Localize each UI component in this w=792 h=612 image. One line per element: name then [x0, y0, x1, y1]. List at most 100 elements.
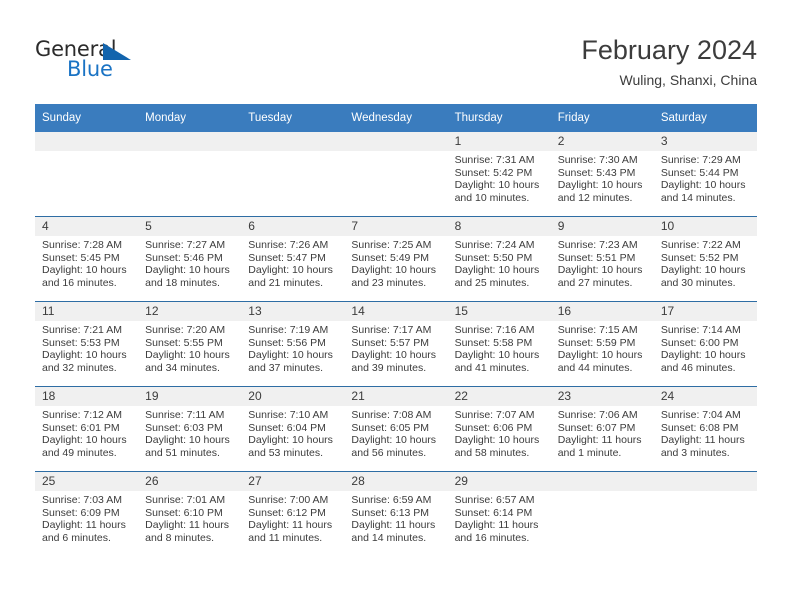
day-sun-info: Sunrise: 7:29 AM Sunset: 5:44 PM Daylight:… — [654, 151, 757, 204]
calendar-day-cell[interactable]: 7 Sunrise: 7:25 AM Sunset: 5:49 PM Daylight… — [344, 216, 448, 302]
day-sun-info: Sunrise: 7:28 AM Sunset: 5:45 PM Daylight:… — [35, 236, 138, 289]
calendar-day-cell[interactable] — [550, 471, 654, 556]
page-subtitle: Wuling, Shanxi, China — [619, 72, 757, 88]
calendar-week-row: 18 Sunrise: 7:12 AM Sunset: 6:01 PM Dayligh… — [35, 386, 757, 472]
calendar-day-cell[interactable]: 18 Sunrise: 7:12 AM Sunset: 6:01 PM Dayligh… — [35, 386, 139, 472]
calendar-day-cell[interactable]: 8 Sunrise: 7:24 AM Sunset: 5:50 PM Daylight… — [447, 216, 551, 302]
day-info-daylight-2-text: and 53 minutes. — [248, 446, 323, 459]
day-number: 14 — [344, 302, 448, 321]
calendar-day-cell[interactable]: 2 Sunrise: 7:30 AM Sunset: 5:43 PM Daylight… — [550, 132, 654, 217]
calendar-day-cell[interactable]: 16 Sunrise: 7:15 AM Sunset: 5:59 PM Dayligh… — [550, 301, 654, 387]
day-cell-content — [35, 132, 139, 216]
day-cell-content: 26 Sunrise: 7:01 AM Sunset: 6:10 PM Dayligh… — [138, 472, 242, 556]
day-info-sunset-text: Sunset: 5:59 PM — [557, 336, 636, 349]
calendar-day-cell[interactable] — [138, 132, 242, 217]
day-cell-content — [653, 472, 757, 556]
day-cell-content: 21 Sunrise: 7:08 AM Sunset: 6:05 PM Dayligh… — [344, 387, 448, 471]
day-sun-info: Sunrise: 7:24 AM Sunset: 5:50 PM Daylight:… — [448, 236, 551, 289]
weekday-header-saturday: Saturday — [653, 104, 757, 132]
calendar-day-cell[interactable]: 21 Sunrise: 7:08 AM Sunset: 6:05 PM Dayligh… — [344, 386, 448, 472]
day-sun-info: Sunrise: 7:14 AM Sunset: 6:00 PM Daylight:… — [654, 321, 757, 374]
day-info-daylight-1-text: Daylight: 10 hours — [145, 349, 230, 362]
day-info-daylight-1-text: Daylight: 10 hours — [248, 434, 333, 447]
day-sun-info: Sunrise: 7:01 AM Sunset: 6:10 PM Daylight:… — [138, 491, 241, 544]
day-info-sunset-text: Sunset: 6:01 PM — [42, 421, 120, 434]
day-sun-info: Sunrise: 7:04 AM Sunset: 6:08 PM Daylight:… — [654, 406, 757, 459]
day-info-sunset-text: Sunset: 5:44 PM — [660, 166, 739, 179]
calendar-day-cell[interactable]: 12 Sunrise: 7:20 AM Sunset: 5:55 PM Dayligh… — [138, 301, 242, 387]
calendar-day-cell[interactable]: 17 Sunrise: 7:14 AM Sunset: 6:00 PM Dayligh… — [653, 301, 757, 387]
day-info-daylight-1-text: Daylight: 11 hours — [454, 519, 539, 532]
general-blue-logo[interactable]: General Blue — [35, 37, 215, 85]
weekday-header-sunday: Sunday — [35, 104, 139, 132]
day-info-daylight-1-text: Daylight: 10 hours — [557, 264, 643, 277]
day-cell-content — [241, 132, 345, 216]
day-cell-content: 5 Sunrise: 7:27 AM Sunset: 5:46 PM Daylight… — [138, 217, 242, 301]
calendar-day-cell[interactable]: 3 Sunrise: 7:29 AM Sunset: 5:44 PM Daylight… — [653, 132, 757, 217]
day-info-daylight-2-text: and 37 minutes. — [248, 361, 323, 374]
calendar-day-cell[interactable]: 29 Sunrise: 6:57 AM Sunset: 6:14 PM Dayligh… — [447, 471, 551, 556]
day-number: 13 — [241, 302, 345, 321]
day-info-daylight-2-text: and 18 minutes. — [145, 276, 220, 289]
calendar-week-row: 4 Sunrise: 7:28 AM Sunset: 5:45 PM Daylight… — [35, 216, 757, 302]
day-info-daylight-1-text: Daylight: 11 hours — [351, 519, 436, 532]
calendar-day-cell[interactable]: 15 Sunrise: 7:16 AM Sunset: 5:58 PM Dayligh… — [447, 301, 551, 387]
day-info-daylight-1-text: Daylight: 10 hours — [351, 434, 437, 447]
calendar-day-cell[interactable]: 22 Sunrise: 7:07 AM Sunset: 6:06 PM Dayligh… — [447, 386, 551, 472]
calendar-day-cell[interactable]: 4 Sunrise: 7:28 AM Sunset: 5:45 PM Daylight… — [35, 216, 139, 302]
day-info-daylight-1-text: Daylight: 10 hours — [454, 179, 540, 192]
calendar-day-cell[interactable]: 25 Sunrise: 7:03 AM Sunset: 6:09 PM Dayligh… — [35, 471, 139, 556]
day-info-sunrise-text: Sunrise: 7:07 AM — [454, 409, 535, 421]
day-number: 6 — [241, 217, 345, 236]
calendar-page: General Blue February 2024 Wuling, Shanx… — [0, 0, 792, 612]
day-info-sunset-text: Sunset: 6:08 PM — [660, 421, 739, 434]
day-info-sunset-text: Sunset: 5:46 PM — [145, 251, 223, 264]
day-number: 18 — [35, 387, 139, 406]
calendar-day-cell[interactable] — [35, 132, 139, 217]
weekday-header-thursday: Thursday — [447, 104, 551, 132]
day-number: 4 — [35, 217, 139, 236]
calendar-week-row: 1 Sunrise: 7:31 AM Sunset: 5:42 PM Daylight… — [35, 132, 757, 217]
day-cell-content: 18 Sunrise: 7:12 AM Sunset: 6:01 PM Dayligh… — [35, 387, 139, 471]
day-number: 16 — [550, 302, 654, 321]
calendar-day-cell[interactable]: 14 Sunrise: 7:17 AM Sunset: 5:57 PM Dayligh… — [344, 301, 448, 387]
day-cell-content: 17 Sunrise: 7:14 AM Sunset: 6:00 PM Dayligh… — [653, 302, 757, 386]
day-info-sunrise-text: Sunrise: 7:10 AM — [248, 409, 329, 421]
calendar-day-cell[interactable]: 9 Sunrise: 7:23 AM Sunset: 5:51 PM Daylight… — [550, 216, 654, 302]
calendar-day-cell[interactable]: 27 Sunrise: 7:00 AM Sunset: 6:12 PM Dayligh… — [241, 471, 345, 556]
day-info-sunrise-text: Sunrise: 7:17 AM — [351, 324, 432, 336]
day-number: 23 — [550, 387, 654, 406]
page-header: General Blue February 2024 Wuling, Shanx… — [0, 0, 792, 104]
calendar-day-cell[interactable]: 24 Sunrise: 7:04 AM Sunset: 6:08 PM Dayligh… — [653, 386, 757, 472]
day-number — [35, 132, 139, 151]
calendar-day-cell[interactable]: 6 Sunrise: 7:26 AM Sunset: 5:47 PM Daylight… — [241, 216, 345, 302]
day-number: 12 — [138, 302, 242, 321]
day-number: 29 — [447, 472, 551, 491]
calendar-day-cell[interactable]: 1 Sunrise: 7:31 AM Sunset: 5:42 PM Daylight… — [447, 132, 551, 217]
calendar-day-cell[interactable] — [653, 471, 757, 556]
day-cell-content: 7 Sunrise: 7:25 AM Sunset: 5:49 PM Daylight… — [344, 217, 448, 301]
calendar-day-cell[interactable]: 13 Sunrise: 7:19 AM Sunset: 5:56 PM Dayligh… — [241, 301, 345, 387]
day-info-daylight-1-text: Daylight: 10 hours — [557, 179, 643, 192]
calendar-day-cell[interactable]: 10 Sunrise: 7:22 AM Sunset: 5:52 PM Dayligh… — [653, 216, 757, 302]
day-info-sunset-text: Sunset: 6:09 PM — [42, 506, 120, 519]
day-info-daylight-2-text: and 39 minutes. — [351, 361, 427, 374]
calendar-day-cell[interactable]: 11 Sunrise: 7:21 AM Sunset: 5:53 PM Dayligh… — [35, 301, 139, 387]
day-number: 17 — [653, 302, 757, 321]
day-number: 3 — [653, 132, 757, 151]
calendar-day-cell[interactable]: 19 Sunrise: 7:11 AM Sunset: 6:03 PM Dayligh… — [138, 386, 242, 472]
calendar-day-cell[interactable]: 28 Sunrise: 6:59 AM Sunset: 6:13 PM Dayligh… — [344, 471, 448, 556]
calendar-day-cell[interactable]: 23 Sunrise: 7:06 AM Sunset: 6:07 PM Dayligh… — [550, 386, 654, 472]
calendar-day-cell[interactable]: 5 Sunrise: 7:27 AM Sunset: 5:46 PM Daylight… — [138, 216, 242, 302]
day-info-daylight-2-text: and 44 minutes. — [557, 361, 633, 374]
calendar-day-cell[interactable]: 20 Sunrise: 7:10 AM Sunset: 6:04 PM Dayligh… — [241, 386, 345, 472]
day-info-sunset-text: Sunset: 5:45 PM — [42, 251, 120, 264]
day-sun-info — [241, 151, 344, 154]
day-number: 1 — [447, 132, 551, 151]
calendar-day-cell[interactable]: 26 Sunrise: 7:01 AM Sunset: 6:10 PM Dayligh… — [138, 471, 242, 556]
day-info-sunrise-text: Sunrise: 7:16 AM — [454, 324, 535, 336]
calendar-day-cell[interactable] — [344, 132, 448, 217]
day-info-daylight-2-text: and 56 minutes. — [351, 446, 427, 459]
day-info-sunrise-text: Sunrise: 7:24 AM — [454, 239, 535, 251]
calendar-day-cell[interactable] — [241, 132, 345, 217]
